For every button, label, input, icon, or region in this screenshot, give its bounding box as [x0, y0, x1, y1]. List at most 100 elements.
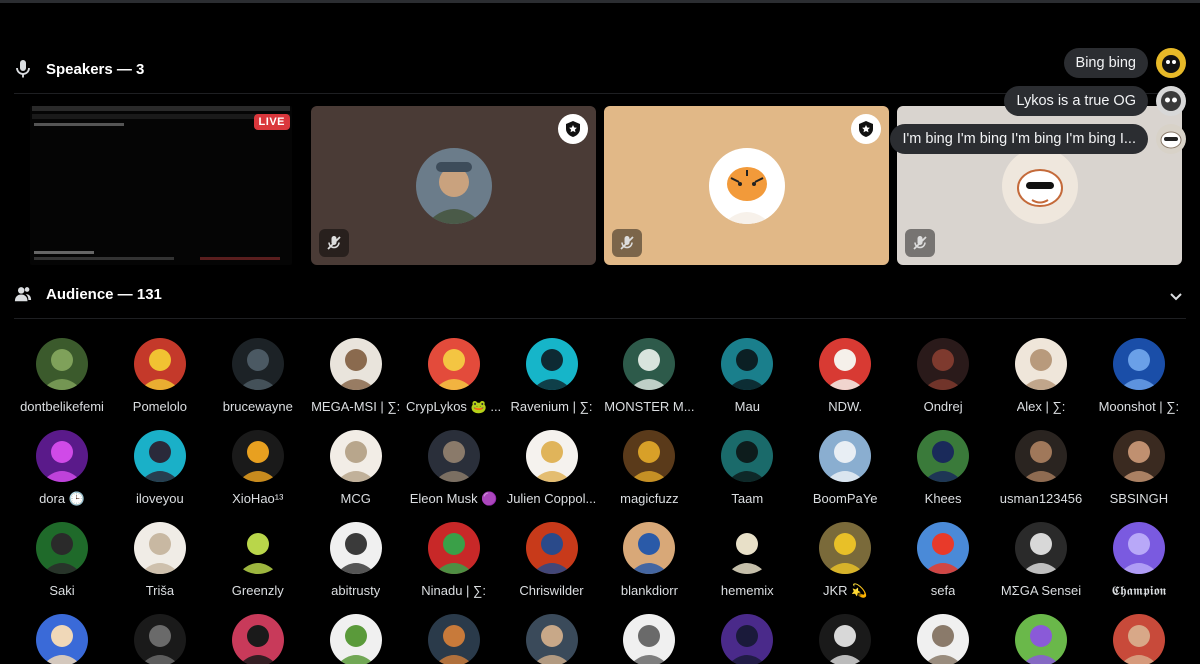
audience-member[interactable]: MCG: [307, 430, 405, 506]
avatar: [329, 338, 382, 390]
audience-grid: dontbelikefemi Pomelolo brucewayne MEGA-MSI…: [0, 338, 1200, 664]
speaker-tile[interactable]: [311, 106, 596, 265]
audience-member-name: Taam: [731, 491, 764, 506]
avatar: [525, 522, 578, 574]
avatar: [1112, 338, 1165, 390]
audience-member-name: Triša: [145, 583, 175, 598]
audience-member[interactable]: Triša: [111, 522, 209, 598]
avatar: [525, 430, 578, 482]
audience-member[interactable]: Alex | ∑:: [992, 338, 1090, 414]
audience-member-name: Khees: [924, 491, 962, 506]
avatar: [1112, 430, 1165, 482]
chevron-down-icon[interactable]: [1168, 288, 1184, 304]
audience-member-name: Saki: [49, 583, 75, 598]
audience-member-name: Chriswilder: [519, 583, 584, 598]
audience-member[interactable]: iloveyou: [111, 430, 209, 506]
audience-member[interactable]: Ninadu | ∑:: [405, 522, 503, 598]
stream-tile[interactable]: LIVE: [30, 106, 292, 265]
audience-member[interactable]: dora 🕒: [13, 430, 111, 507]
audience-member[interactable]: NDW.: [796, 338, 894, 414]
avatar: [623, 614, 676, 664]
audience-member[interactable]: hememix: [698, 522, 796, 598]
speaker-tile[interactable]: [604, 106, 889, 265]
audience-member[interactable]: brucewayne: [209, 338, 307, 414]
audience-member-name: MONSTER M...: [604, 399, 695, 414]
audience-member[interactable]: abitrusty: [307, 522, 405, 598]
audience-member[interactable]: [600, 614, 698, 664]
avatar: [329, 522, 382, 574]
audience-member[interactable]: [209, 614, 307, 664]
avatar: [721, 430, 774, 482]
audience-member[interactable]: Taam: [698, 430, 796, 506]
audience-member[interactable]: [992, 614, 1090, 664]
audience-member[interactable]: [894, 614, 992, 664]
speaker-avatar: [1001, 147, 1078, 224]
audience-member[interactable]: [1090, 614, 1188, 664]
audience-member[interactable]: MΣGA Sensei: [992, 522, 1090, 598]
audience-member[interactable]: [698, 614, 796, 664]
audience-member-name: Ondrej: [923, 399, 963, 414]
audience-member-name: abitrusty: [331, 583, 381, 598]
audience-member[interactable]: usman123456: [992, 430, 1090, 506]
chat-avatar: [1156, 124, 1186, 154]
audience-member[interactable]: Ravenium | ∑:: [503, 338, 601, 414]
audience-member-name: Eleon Musk 🟣: [409, 491, 498, 506]
avatar: [231, 614, 284, 664]
audience-member[interactable]: [503, 614, 601, 664]
chat-bubble: Bing bing: [1063, 48, 1148, 78]
audience-member[interactable]: MONSTER M...: [600, 338, 698, 414]
avatar: [329, 614, 382, 664]
avatar: [917, 338, 970, 390]
audience-member[interactable]: Eleon Musk 🟣: [405, 430, 503, 507]
audience-member-name: hememix: [720, 583, 774, 598]
audience-member[interactable]: [405, 614, 503, 664]
audience-member-name: BoomPaYe: [812, 491, 878, 506]
audience-member-name: Ravenium | ∑:: [510, 399, 593, 414]
audience-member[interactable]: Mau: [698, 338, 796, 414]
audience-member-name: blankdiorr: [620, 583, 678, 598]
audience-member[interactable]: JKR 💫: [796, 522, 894, 599]
audience-member-name: SBSINGH: [1109, 491, 1169, 506]
speakers-title: Speakers — 3: [46, 60, 145, 78]
audience-member-name: XioHao¹³: [232, 491, 284, 506]
audience-member[interactable]: Greenzly: [209, 522, 307, 598]
audience-member[interactable]: blankdiorr: [600, 522, 698, 598]
audience-member[interactable]: MEGA-MSI | ∑:: [307, 338, 405, 414]
audience-member[interactable]: [796, 614, 894, 664]
avatar: [1015, 614, 1067, 664]
audience-member[interactable]: CrypLykos 🐸 ...: [405, 338, 503, 415]
stream-browser-tabs: [32, 106, 290, 111]
audience-member[interactable]: 𝕮𝖍𝖆𝖒𝖕𝖎𝖔𝖓: [1090, 522, 1188, 599]
audience-member-name: Julien Coppol...: [506, 491, 597, 506]
audience-title: Audience — 131: [46, 285, 162, 303]
audience-member-name: iloveyou: [136, 491, 184, 506]
audience-member[interactable]: [111, 614, 209, 664]
audience-member[interactable]: Khees: [894, 430, 992, 506]
audience-member-name: dora 🕒: [39, 491, 85, 506]
avatar: [1015, 430, 1067, 482]
audience-member[interactable]: XioHao¹³: [209, 430, 307, 506]
audience-member[interactable]: Ondrej: [894, 338, 992, 414]
audience-member[interactable]: magicfuzz: [600, 430, 698, 506]
audience-member[interactable]: [307, 614, 405, 664]
avatar: [133, 430, 186, 482]
avatar: [819, 614, 872, 664]
avatar: [1112, 522, 1165, 574]
audience-member[interactable]: Saki: [13, 522, 111, 598]
audience-member-name: MΣGA Sensei: [1000, 583, 1082, 598]
avatar: [917, 522, 970, 574]
audience-member-name: MCG: [340, 491, 371, 506]
audience-member[interactable]: [13, 614, 111, 664]
audience-member[interactable]: Pomelolo: [111, 338, 209, 414]
audience-member-name: sefa: [930, 583, 956, 598]
audience-member[interactable]: dontbelikefemi: [13, 338, 111, 414]
audience-member[interactable]: Moonshot | ∑:: [1090, 338, 1188, 414]
audience-member[interactable]: BoomPaYe: [796, 430, 894, 506]
audience-member[interactable]: sefa: [894, 522, 992, 598]
audience-member[interactable]: Chriswilder: [503, 522, 601, 598]
audience-member[interactable]: SBSINGH: [1090, 430, 1188, 506]
audience-member-name: 𝕮𝖍𝖆𝖒𝖕𝖎𝖔𝖓: [1111, 583, 1167, 598]
people-icon: [14, 285, 32, 303]
audience-member-name: Mau: [734, 399, 760, 414]
audience-member[interactable]: Julien Coppol...: [503, 430, 601, 506]
